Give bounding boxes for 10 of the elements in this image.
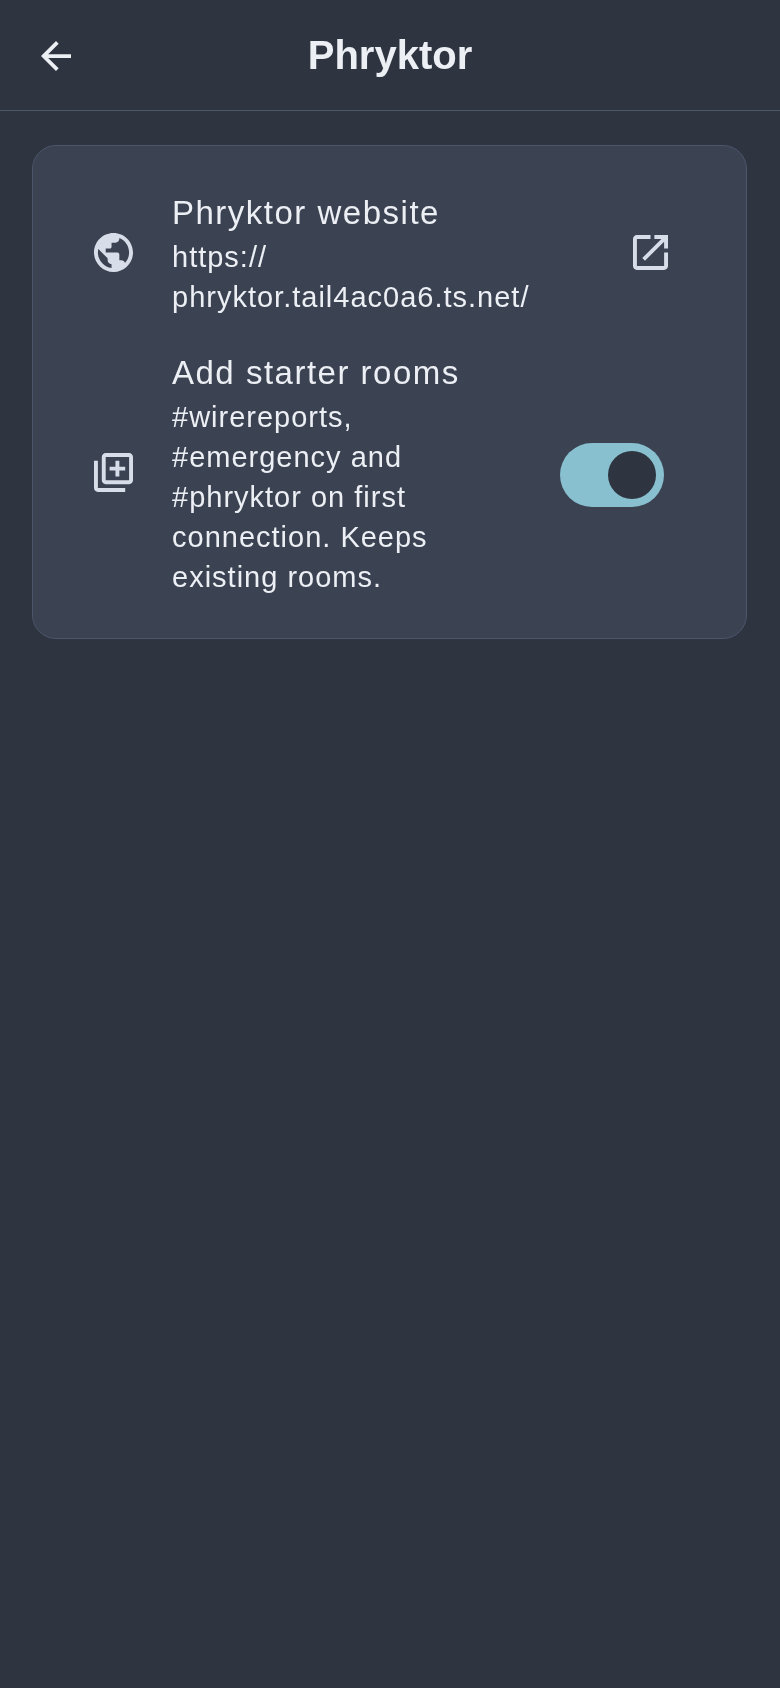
arrow-left-icon xyxy=(41,41,71,71)
setting-title: Add starter rooms xyxy=(172,353,461,393)
external-link-icon[interactable] xyxy=(633,234,668,270)
page-title: Phryktor xyxy=(307,32,473,79)
setting-title: Phryktor website xyxy=(172,193,441,233)
stacked-plus-icon xyxy=(94,452,133,492)
setting-description: #wirereports, #emergency and #phryktor on first connection. Keeps existing rooms. xyxy=(172,400,429,595)
back-button[interactable] xyxy=(41,41,71,71)
website-url: https://phryktor.tail4ac0a6.ts.net/ xyxy=(172,240,531,315)
globe-icon xyxy=(94,232,133,272)
